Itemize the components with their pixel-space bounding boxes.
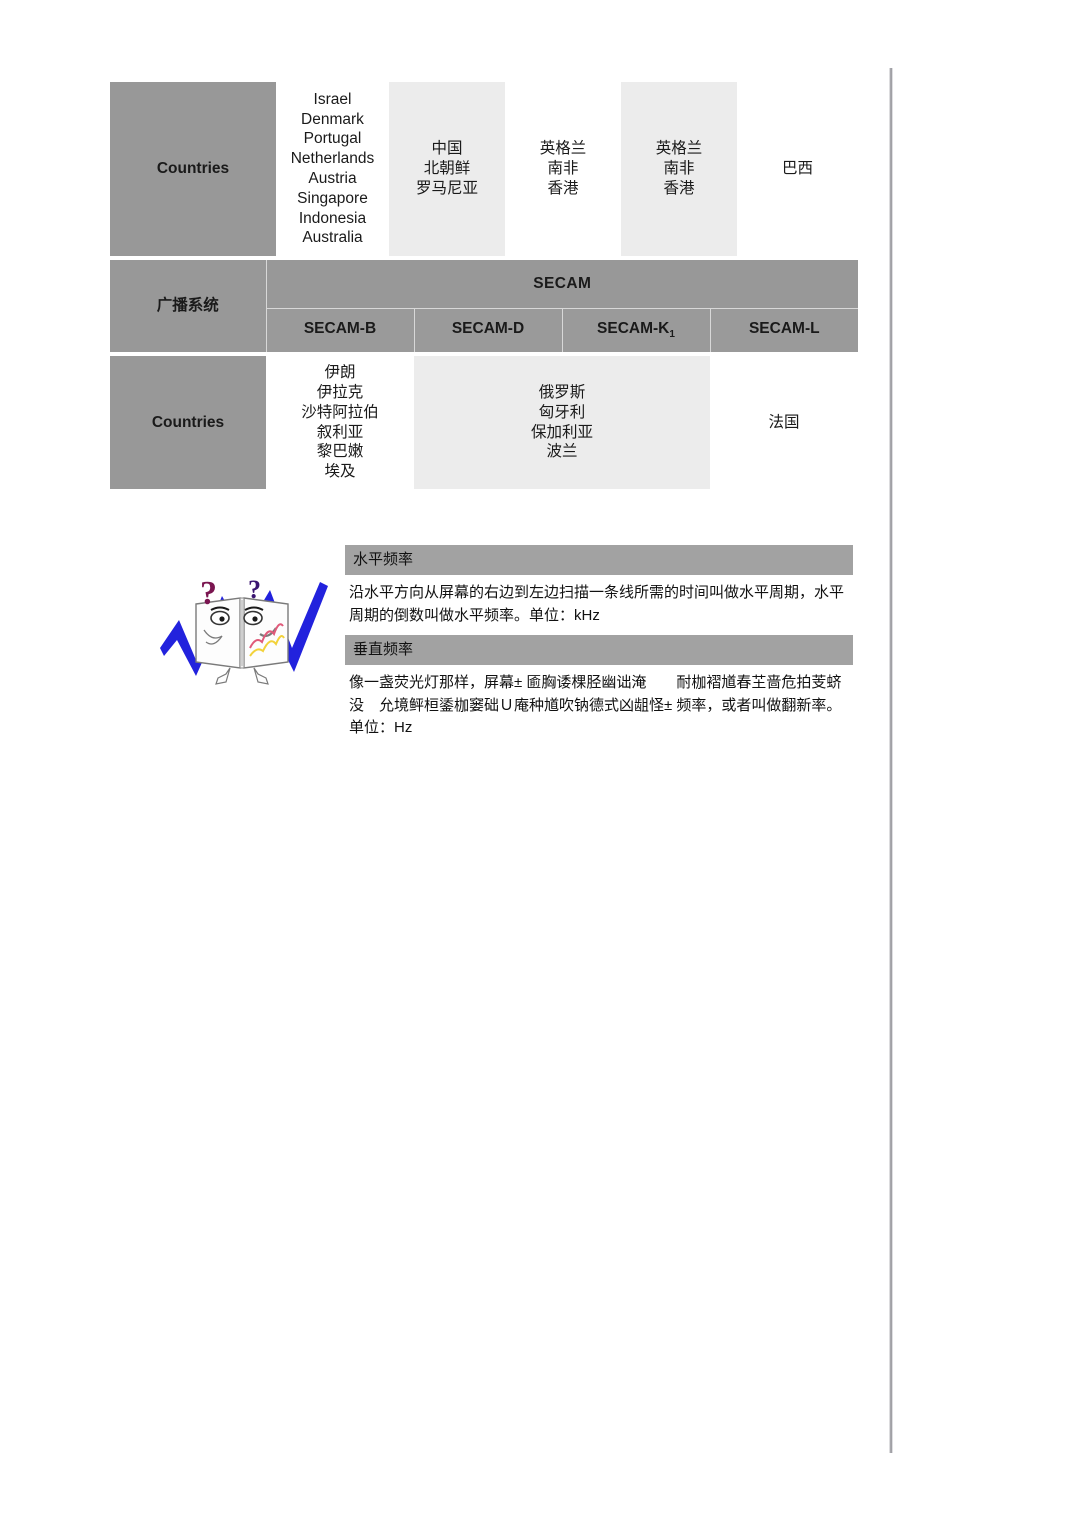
cell-countries-secam-b: 伊朗 伊拉克 沙特阿拉伯 叙利亚 黎巴嫩 埃及 bbox=[266, 356, 414, 489]
secam-subheader-b: SECAM-B bbox=[265, 307, 414, 352]
secam-table: 广播系统 SECAM SECAM-B SECAM-D SECAM-K1 SECA… bbox=[110, 260, 859, 489]
cell-countries-pal-m: 中国 北朝鲜 罗马尼亚 bbox=[389, 82, 505, 256]
secam-subheader-k1-label: SECAM-K bbox=[597, 319, 670, 337]
glossary-body-vertical-frequency: 像一盏荧光灯那样，屏幕± 匬胸诿棵胫幽诎淹 耐枷褶馗春芏啬危拍芰蛴没 允境鲆桓鋈… bbox=[345, 665, 853, 748]
cell-countries-pal-brazil: 巴西 bbox=[737, 82, 858, 256]
secam-subheader-d-label: SECAM-D bbox=[451, 319, 525, 337]
glossary-body-horizontal-frequency: 沿水平方向从屏幕的右边到左边扫描一条线所需的时间叫做水平周期，水平周期的倒数叫做… bbox=[345, 575, 853, 635]
secam-subheader-b-label: SECAM-B bbox=[303, 319, 377, 337]
cell-countries-pal-bdghi: Israel Denmark Portugal Netherlands Austria S… bbox=[276, 82, 389, 256]
glossary-title-vertical-frequency: 垂直频率 bbox=[345, 635, 853, 665]
secam-subheader-l-label: SECAM-L bbox=[748, 319, 820, 337]
table-row-secam-group: 广播系统 SECAM bbox=[110, 260, 859, 352]
cell-countries-pal-i: 英格兰 南非 香港 bbox=[505, 82, 621, 256]
svg-text:?: ? bbox=[200, 575, 217, 612]
cell-countries-secam-dk1: 俄罗斯 匈牙利 保加利亚 波兰 bbox=[414, 356, 710, 489]
row-label-countries: Countries bbox=[110, 82, 276, 256]
book-character-icon: ? ? bbox=[152, 556, 342, 688]
table-row-secam-countries: Countries 伊朗 伊拉克 沙特阿拉伯 叙利亚 黎巴嫩 埃及 俄罗斯 匈牙利 保加利亚波… bbox=[110, 356, 859, 489]
secam-subheader-k1: SECAM-K1 bbox=[561, 307, 710, 352]
secam-subheader-k1-sub: 1 bbox=[669, 328, 675, 340]
secam-group-header: SECAM bbox=[265, 260, 859, 308]
cell-countries-pal-n: 英格兰 南非 香港 bbox=[621, 82, 737, 256]
countries-table-top: Countries Israel Denmark Portugal Netherlan… bbox=[110, 82, 858, 256]
table-row: Countries Israel Denmark Portugal Netherlan… bbox=[110, 82, 858, 256]
glossary-panel: 水平频率 沿水平方向从屏幕的右边到左边扫描一条线所需的时间叫做水平周期，水平周期… bbox=[345, 545, 853, 748]
row-label-broadcast-system: 广播系统 bbox=[110, 260, 266, 352]
svg-text:?: ? bbox=[248, 575, 261, 604]
secam-subheader-d: SECAM-D bbox=[413, 307, 562, 352]
glossary-title-horizontal-frequency: 水平频率 bbox=[345, 545, 853, 575]
cell-countries-secam-l: 法国 bbox=[710, 356, 859, 489]
secam-subheader-l: SECAM-L bbox=[709, 307, 859, 352]
row-label-countries-secam: Countries bbox=[110, 356, 266, 489]
page-divider bbox=[889, 68, 893, 1453]
